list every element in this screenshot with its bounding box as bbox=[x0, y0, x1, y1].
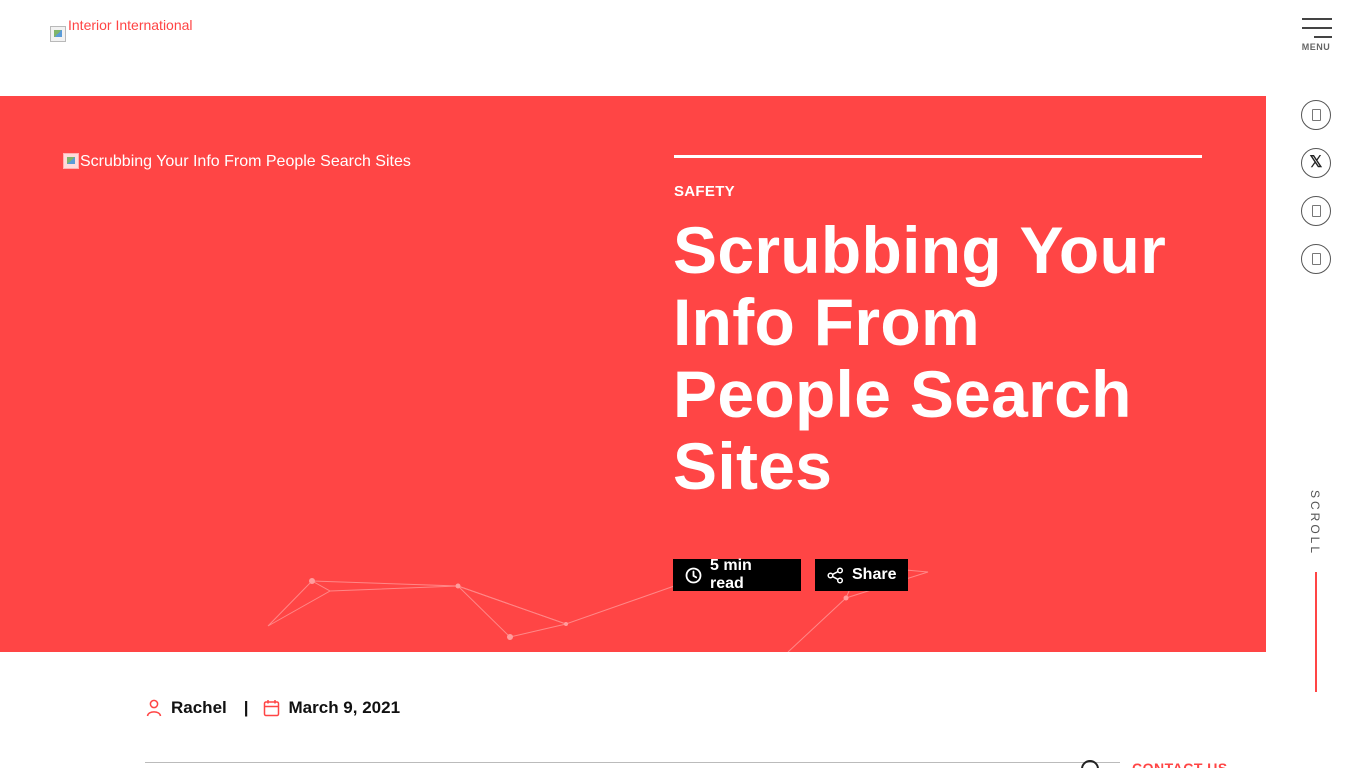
hamburger-icon-bar bbox=[1314, 36, 1332, 38]
facebook-link[interactable] bbox=[1301, 100, 1331, 130]
category-link[interactable]: SAFETY bbox=[674, 183, 735, 200]
broken-image-icon bbox=[63, 153, 79, 169]
user-icon bbox=[146, 699, 162, 717]
read-time-badge: 5 min read bbox=[673, 557, 801, 592]
hamburger-icon bbox=[1302, 18, 1332, 20]
read-time-text: 5 min read bbox=[710, 557, 752, 592]
title-divider bbox=[674, 155, 1202, 158]
x-twitter-link[interactable]: 𝕏 bbox=[1301, 148, 1331, 178]
article-meta: Rachel | March 9, 2021 bbox=[146, 696, 400, 720]
broken-image-icon bbox=[50, 26, 66, 42]
scroll-indicator-label: SCROLL bbox=[1308, 490, 1322, 557]
email-icon bbox=[1311, 253, 1321, 265]
menu-button[interactable]: MENU bbox=[1300, 18, 1332, 58]
facebook-icon bbox=[1311, 109, 1321, 121]
hero-image: Scrubbing Your Info From People Search S… bbox=[63, 153, 411, 171]
linkedin-icon bbox=[1311, 205, 1321, 217]
contact-us-link[interactable]: CONTACT US bbox=[1132, 760, 1228, 768]
site-logo[interactable]: Interior International bbox=[50, 18, 193, 42]
article-title: Scrubbing Your Info From People Search S… bbox=[673, 213, 1167, 503]
calendar-icon bbox=[263, 699, 280, 717]
hero-image-alt-text: Scrubbing Your Info From People Search S… bbox=[80, 153, 411, 170]
linkedin-link[interactable] bbox=[1301, 196, 1331, 226]
share-icon bbox=[827, 566, 844, 584]
share-label: Share bbox=[852, 566, 897, 583]
scroll-indicator-line bbox=[1315, 572, 1317, 692]
hero-banner: Scrubbing Your Info From People Search S… bbox=[0, 96, 1266, 652]
logo-alt-text: Interior International bbox=[68, 17, 193, 33]
meta-separator: | bbox=[243, 698, 249, 717]
share-button[interactable]: Share bbox=[815, 559, 908, 591]
page: Interior International MENU Scrubbing Yo… bbox=[0, 0, 1366, 768]
publish-date: March 9, 2021 bbox=[288, 698, 401, 717]
x-twitter-icon: 𝕏 bbox=[1309, 154, 1323, 171]
hamburger-icon-bar bbox=[1302, 27, 1332, 29]
clock-icon bbox=[685, 567, 702, 584]
menu-label: MENU bbox=[1301, 42, 1331, 52]
content-divider bbox=[145, 762, 1120, 763]
email-link[interactable] bbox=[1301, 244, 1331, 274]
author-link[interactable]: Rachel bbox=[171, 698, 227, 718]
